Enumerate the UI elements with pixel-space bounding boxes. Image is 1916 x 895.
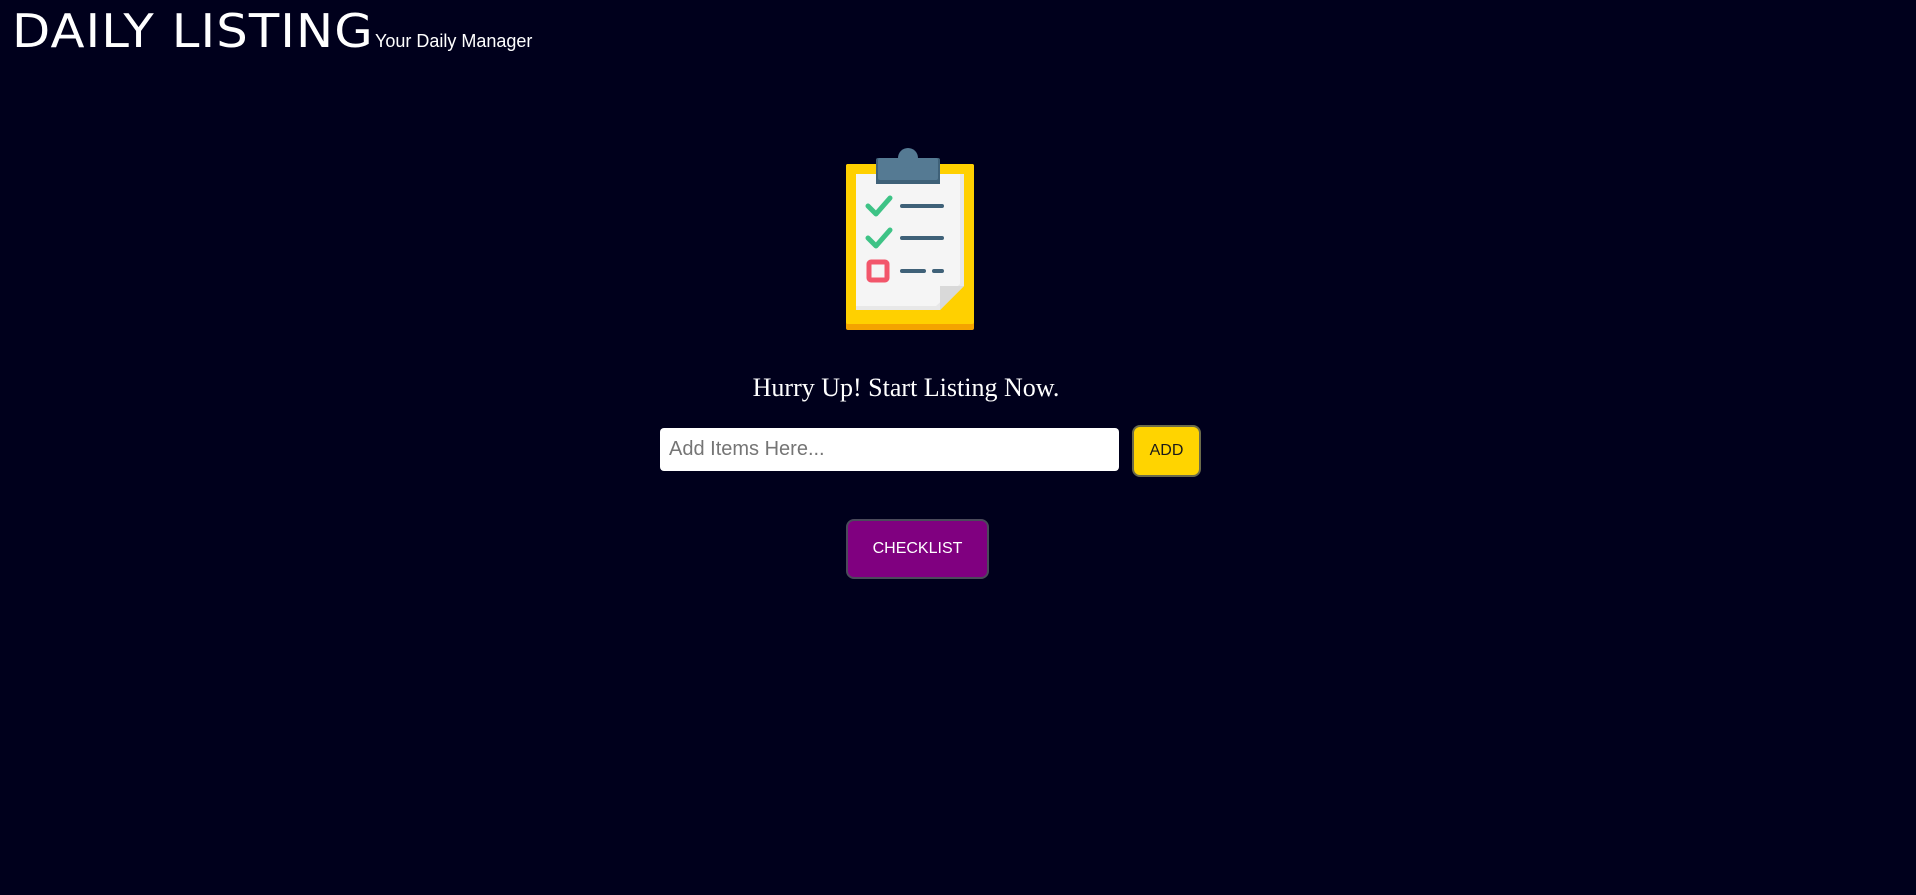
add-button[interactable]: ADD	[1132, 425, 1201, 477]
app-title: DAILY LISTING	[12, 4, 374, 58]
clipboard-checklist-icon	[846, 148, 974, 330]
hero-headline: Hurry Up! Start Listing Now.	[752, 373, 1060, 402]
checklist-button[interactable]: CHECKLIST	[846, 519, 989, 579]
brand: DAILY LISTING Your Daily Manager	[12, 8, 532, 54]
add-item-input[interactable]	[660, 428, 1119, 471]
app-tagline: Your Daily Manager	[375, 31, 533, 51]
